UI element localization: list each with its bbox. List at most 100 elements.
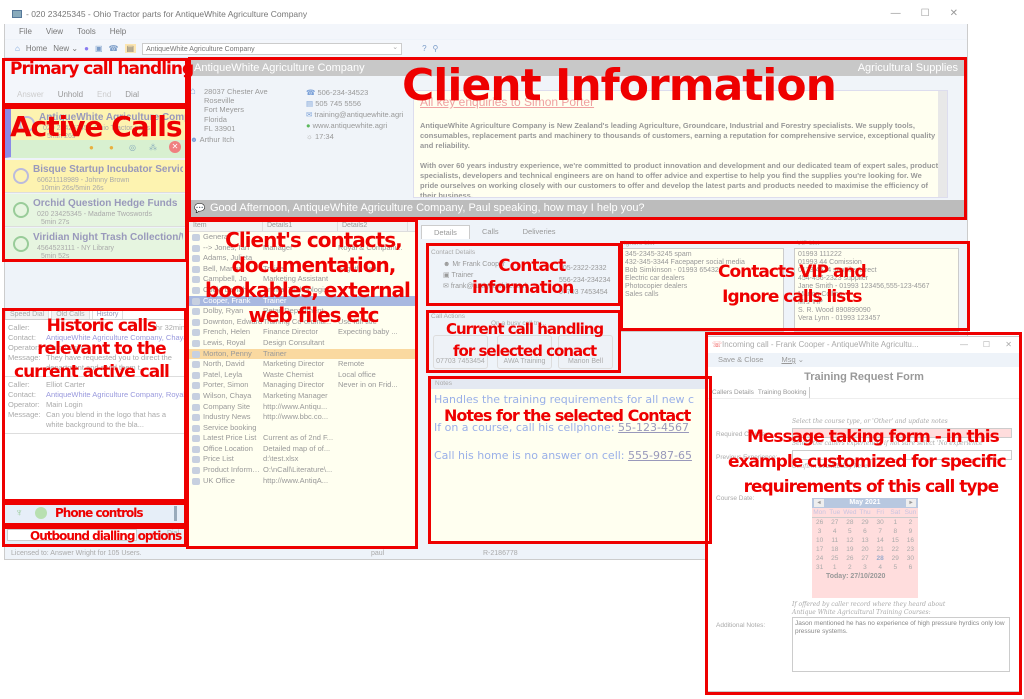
calendar-day[interactable]: 2: [903, 518, 918, 527]
volume-icon[interactable]: [35, 507, 47, 519]
contacts-icon[interactable]: ▣: [95, 44, 103, 53]
client-fax[interactable]: 505 745 5556: [315, 99, 361, 108]
dial-button[interactable]: Dial: [125, 90, 139, 99]
calendar-day[interactable]: 2: [842, 563, 857, 572]
save-close-button[interactable]: Save & Close: [718, 353, 763, 367]
calendar-day[interactable]: 25: [827, 554, 842, 563]
hold-action-icon[interactable]: ●: [89, 143, 94, 152]
calendar-day[interactable]: 31: [812, 563, 827, 572]
contact-row[interactable]: Industry News http://www.bbc.co...: [189, 412, 415, 423]
maximize-button[interactable]: ☐: [921, 8, 930, 19]
tab-callers-details[interactable]: Callers Details: [712, 387, 754, 398]
calendar-day[interactable]: 22: [888, 545, 903, 554]
calendar-day[interactable]: 26: [842, 554, 857, 563]
contact-notes[interactable]: Notes Handles the training requirements …: [430, 378, 710, 543]
calendar-day[interactable]: 12: [842, 536, 857, 545]
contact-row[interactable]: Wilson, Chaya Marketing Manager: [189, 391, 415, 402]
new-button[interactable]: New ⌄: [53, 44, 78, 53]
menu-file[interactable]: File: [19, 27, 32, 36]
next-month-button[interactable]: ▸: [906, 499, 916, 507]
history-entry[interactable]: Caller: Elliot Carter Contact: AntiqueWhit…: [5, 377, 185, 434]
calendar-day[interactable]: 18: [827, 545, 842, 554]
calendar-day[interactable]: 28: [873, 554, 888, 563]
close-button[interactable]: ✕: [950, 8, 958, 19]
contact-value[interactable]: AntiqueWhite Agriculture Company, Royal: [46, 390, 185, 400]
calendar-day[interactable]: 3: [857, 563, 872, 572]
transfer-action-icon[interactable]: ●: [109, 143, 114, 152]
calendar-day[interactable]: 23: [903, 545, 918, 554]
home-button[interactable]: Home: [26, 44, 47, 53]
contact-row[interactable]: Porter, Simon Managing Director Never in o…: [189, 380, 415, 391]
tab-training-booking[interactable]: Training Booking: [758, 387, 811, 398]
calls-toggle-icon[interactable]: ▤: [124, 44, 137, 53]
menu-view[interactable]: View: [46, 27, 63, 36]
active-call-item[interactable]: Viridian Night Trash Collection/Waste 45…: [5, 228, 185, 261]
calendar-day[interactable]: 21: [873, 545, 888, 554]
calendar-day[interactable]: 17: [812, 545, 827, 554]
contact-row[interactable]: Morton, Penny Trainer: [189, 348, 415, 360]
calendar-day[interactable]: 30: [903, 554, 918, 563]
calendar-day[interactable]: 3: [812, 527, 827, 536]
active-call-item[interactable]: Orchid Question Hedge Funds 020 23425345…: [5, 194, 185, 227]
contact-row[interactable]: Price List d:\test.xlsx: [189, 454, 415, 465]
ignore-entry[interactable]: 345-2345-3245 spam: [625, 251, 780, 259]
msg-button[interactable]: Msg ⌄: [781, 353, 804, 367]
additional-notes-input[interactable]: Jason mentioned he has no experience of …: [792, 617, 1010, 672]
client-phone[interactable]: 506-234-34523: [317, 88, 368, 97]
calendar-day[interactable]: 6: [857, 527, 872, 536]
contact-row[interactable]: Patel, Leyla Waste Chemist Local office: [189, 370, 415, 381]
help-icon[interactable]: ?: [422, 44, 426, 53]
microphone-icon[interactable]: ♆: [15, 507, 23, 519]
calendar-day[interactable]: 16: [903, 536, 918, 545]
calendar-day[interactable]: 29: [857, 518, 872, 527]
calendar-day[interactable]: 27: [857, 554, 872, 563]
form-maximize-button[interactable]: ☐: [983, 337, 990, 353]
company-combo[interactable]: AntiqueWhite Agriculture Company: [142, 42, 403, 55]
unhold-button[interactable]: Unhold: [58, 90, 83, 99]
calendar-day[interactable]: 14: [873, 536, 888, 545]
tab-calls[interactable]: Calls: [470, 225, 511, 239]
answer-button[interactable]: Answer: [17, 90, 44, 99]
calendar-day[interactable]: 7: [873, 527, 888, 536]
tab-details[interactable]: Details: [421, 225, 470, 239]
calendar-day[interactable]: 5: [842, 527, 857, 536]
calendar-day[interactable]: 6: [903, 563, 918, 572]
contact-row[interactable]: Office Location Detailed map of of...: [189, 444, 415, 455]
calendar-day[interactable]: 15: [888, 536, 903, 545]
calendar-day[interactable]: 5: [888, 563, 903, 572]
course-date-calendar[interactable]: ◂ May 2021 ▸ Mon Tue Wed Thu Fri Sat Sun 26 27 28 2…: [812, 498, 918, 598]
calendar-day[interactable]: 4: [827, 527, 842, 536]
client-contact-person[interactable]: Arthur Itch: [200, 135, 235, 144]
prev-month-button[interactable]: ◂: [814, 499, 824, 507]
active-call-item[interactable]: Bisque Startup Incubator Services 606211…: [5, 160, 185, 193]
contact-row[interactable]: UK Office http://www.AntiqA...: [189, 476, 415, 487]
form-minimize-button[interactable]: —: [960, 337, 968, 353]
phone-icon[interactable]: ☎: [109, 44, 119, 53]
calendar-day[interactable]: 4: [873, 563, 888, 572]
calendar-day[interactable]: 29: [888, 554, 903, 563]
contact-row[interactable]: French, Helen Finance Director Expecting b…: [189, 327, 415, 338]
network-action-icon[interactable]: ⁂: [149, 143, 157, 152]
minimize-button[interactable]: —: [891, 8, 901, 19]
vip-entry[interactable]: Vera Lynn - 01993 123457: [798, 315, 955, 323]
calendar-day[interactable]: 10: [812, 536, 827, 545]
calendar-day[interactable]: 24: [812, 554, 827, 563]
calendar-day[interactable]: 1: [827, 563, 842, 572]
calendar-day[interactable]: 26: [812, 518, 827, 527]
calendar-day[interactable]: 19: [842, 545, 857, 554]
calendar-day[interactable]: 9: [903, 527, 918, 536]
calendar-day[interactable]: 11: [827, 536, 842, 545]
contact-row[interactable]: Company Site http://www.Antiqu...: [189, 402, 415, 413]
bulb-icon[interactable]: ●: [84, 44, 89, 53]
tab-deliveries[interactable]: Deliveries: [511, 225, 568, 239]
contact-row[interactable]: Service booking: [189, 423, 415, 434]
menu-tools[interactable]: Tools: [77, 27, 96, 36]
calendar-day[interactable]: 28: [842, 518, 857, 527]
end-button[interactable]: End: [97, 90, 111, 99]
description-scrollbar[interactable]: [938, 91, 947, 197]
calendar-day[interactable]: 30: [873, 518, 888, 527]
calendar-today[interactable]: Today: 27/10/2020: [812, 572, 918, 582]
calendar-day[interactable]: 27: [827, 518, 842, 527]
note-phone-link[interactable]: 555-987-65: [628, 449, 692, 462]
client-web[interactable]: www.antiquewhite.agri: [313, 121, 388, 130]
